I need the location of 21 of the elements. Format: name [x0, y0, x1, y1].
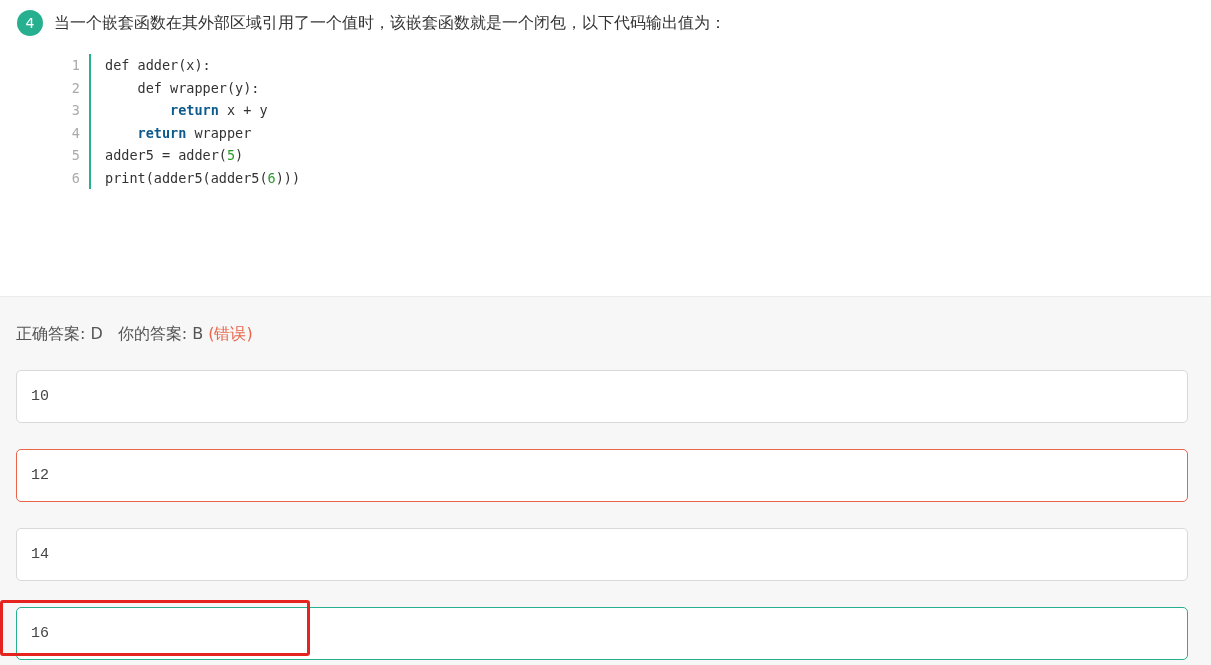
- code-line: print(adder5(adder5(6))): [104, 169, 301, 186]
- line-number: 1: [60, 54, 91, 77]
- code-line: return x + y: [169, 102, 268, 119]
- line-number: 2: [60, 76, 91, 99]
- code-line: return wrapper: [136, 124, 252, 141]
- correct-answer-text: 正确答案: D: [16, 324, 103, 345]
- question-number-badge: 4: [17, 10, 43, 36]
- answer-option[interactable]: 14: [16, 528, 1188, 581]
- answer-option[interactable]: 12: [16, 449, 1188, 502]
- answer-option[interactable]: 16: [16, 607, 1188, 660]
- line-number: 5: [60, 144, 91, 167]
- code-line: adder5 = adder(5): [104, 147, 244, 164]
- line-number: 3: [60, 99, 91, 122]
- code-line: def adder(x):: [104, 57, 211, 74]
- your-answer-text: 你的答案: B: [117, 324, 204, 345]
- code-line: def wrapper(y):: [136, 79, 260, 96]
- verdict-text: (错误): [208, 324, 253, 345]
- question-text: 当一个嵌套函数在其外部区域引用了一个值时，该嵌套函数就是一个闭包，以下代码输出值为：: [54, 12, 726, 34]
- answer-option[interactable]: 10: [16, 370, 1188, 423]
- line-number: 4: [60, 121, 91, 144]
- line-number: 6: [60, 166, 91, 189]
